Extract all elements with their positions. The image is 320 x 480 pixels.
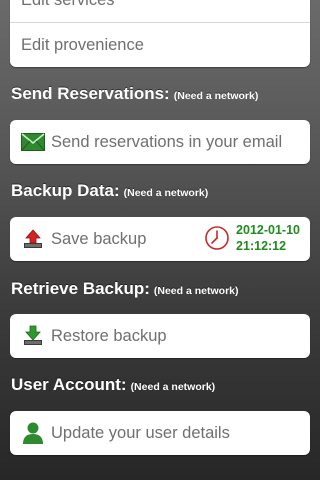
- download-tray-icon: [21, 324, 45, 348]
- edit-services-label: Edit services: [21, 0, 115, 10]
- backup-data-title: Backup Data:: [11, 181, 120, 200]
- save-backup-label: Save backup: [51, 229, 147, 248]
- send-reservations-note: (Need a network): [173, 90, 259, 102]
- edit-services-item[interactable]: Edit services: [10, 0, 310, 22]
- restore-backup-label: Restore backup: [51, 326, 167, 345]
- restore-backup-button[interactable]: Restore backup: [10, 314, 310, 358]
- restore-backup-row[interactable]: Restore backup: [10, 314, 310, 358]
- user-account-heading: User Account: (Need a network): [11, 375, 215, 395]
- clock-icon: [204, 225, 230, 251]
- update-user-details-button[interactable]: Update your user details: [10, 411, 310, 455]
- update-user-details-row[interactable]: Update your user details: [10, 411, 310, 455]
- services-group: Edit services Edit provenience: [10, 0, 310, 67]
- save-backup-button[interactable]: Save backup 2012-01-10 21:12:12: [10, 217, 310, 261]
- send-reservations-title: Send Reservations:: [11, 84, 170, 103]
- upload-tray-icon: [21, 227, 45, 251]
- send-reservations-row[interactable]: Send reservations in your email: [10, 120, 310, 164]
- edit-provenience-label: Edit provenience: [21, 35, 144, 54]
- timestamp-text: 2012-01-10 21:12:12: [236, 222, 300, 254]
- last-backup-date: 2012-01-10: [236, 223, 300, 237]
- retrieve-backup-title: Retrieve Backup:: [11, 279, 150, 298]
- user-account-note: (Need a network): [130, 381, 216, 393]
- edit-provenience-item[interactable]: Edit provenience: [10, 23, 310, 67]
- last-backup-time: 21:12:12: [236, 239, 287, 253]
- send-reservations-button[interactable]: Send reservations in your email: [10, 120, 310, 164]
- backup-data-heading: Backup Data: (Need a network): [11, 181, 208, 201]
- retrieve-backup-heading: Retrieve Backup: (Need a network): [11, 279, 239, 299]
- send-reservations-label: Send reservations in your email: [51, 132, 283, 151]
- last-backup-timestamp: 2012-01-10 21:12:12: [204, 222, 300, 254]
- update-user-details-label: Update your user details: [51, 423, 230, 442]
- envelope-icon: [21, 130, 45, 154]
- save-backup-row[interactable]: Save backup 2012-01-10 21:12:12: [10, 217, 310, 261]
- send-reservations-heading: Send Reservations: (Need a network): [11, 84, 258, 104]
- retrieve-backup-note: (Need a network): [153, 285, 239, 297]
- backup-data-note: (Need a network): [123, 187, 209, 199]
- user-icon: [21, 421, 45, 445]
- user-account-title: User Account:: [11, 375, 127, 394]
